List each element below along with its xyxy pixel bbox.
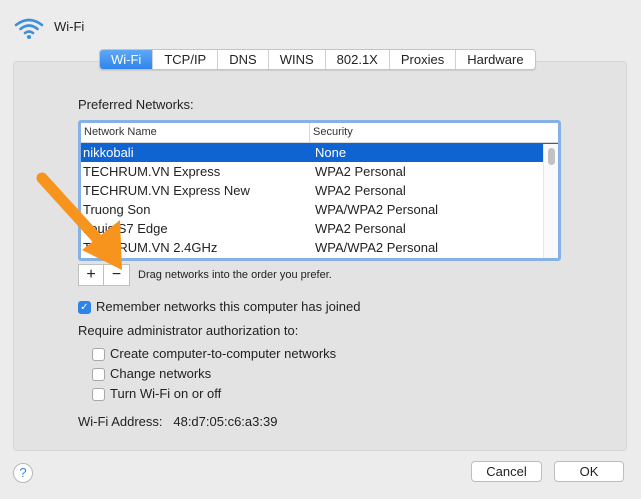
network-row[interactable]: TECHRUM.VN Express New WPA2 Personal xyxy=(81,181,558,200)
network-security: WPA2 Personal xyxy=(315,221,406,236)
wifi-address-label: Wi-Fi Address: xyxy=(78,414,163,429)
tab-bar: Wi-Fi TCP/IP DNS WINS 802.1X Proxies Har… xyxy=(99,49,536,70)
drag-hint: Drag networks into the order you prefer. xyxy=(138,269,332,281)
change-networks-checkbox[interactable]: Change networks xyxy=(92,366,212,382)
network-security: None xyxy=(315,145,347,160)
network-security: WPA/WPA2 Personal xyxy=(315,202,439,217)
network-security: WPA/WPA2 Personal xyxy=(315,240,439,255)
network-row[interactable]: TECHRUM.VN Express WPA2 Personal xyxy=(81,162,558,181)
ok-button[interactable]: OK xyxy=(554,461,624,482)
cancel-button[interactable]: Cancel xyxy=(471,461,542,482)
tab-proxies[interactable]: Proxies xyxy=(390,50,457,69)
list-header: Network Name Security xyxy=(81,123,558,143)
tab-wins[interactable]: WINS xyxy=(269,50,326,69)
scrollbar-thumb[interactable] xyxy=(548,148,555,165)
column-network-name[interactable]: Network Name xyxy=(81,123,310,142)
remember-networks-checkbox[interactable]: ✓ Remember networks this computer has joi… xyxy=(78,299,361,315)
network-name: nikkobali xyxy=(83,145,134,160)
column-security[interactable]: Security xyxy=(310,123,543,142)
network-row[interactable]: Louis S7 Edge WPA2 Personal xyxy=(81,219,558,238)
network-row[interactable]: Truong Son WPA/WPA2 Personal xyxy=(81,200,558,219)
tab-tcpip[interactable]: TCP/IP xyxy=(153,50,219,69)
network-row[interactable]: TECHRUM.VN 2.4GHz WPA/WPA2 Personal xyxy=(81,238,558,257)
preferred-networks-label: Preferred Networks: xyxy=(78,97,194,112)
wifi-address-value: 48:d7:05:c6:a3:39 xyxy=(173,414,278,429)
require-admin-label: Require administrator authorization to: xyxy=(78,323,299,338)
create-networks-checkbox[interactable]: Create computer-to-computer networks xyxy=(92,346,337,362)
network-security: WPA2 Personal xyxy=(315,183,406,198)
orange-arrow-annotation xyxy=(36,172,122,270)
network-row[interactable]: nikkobali None xyxy=(81,143,558,162)
help-button[interactable]: ? xyxy=(13,463,33,483)
turn-wifi-checkbox[interactable]: Turn Wi-Fi on or off xyxy=(92,386,222,402)
option-label: Create computer-to-computer networks xyxy=(110,346,337,361)
network-security: WPA2 Personal xyxy=(315,164,406,179)
tab-wifi[interactable]: Wi-Fi xyxy=(100,50,154,69)
remember-networks-label: Remember networks this computer has join… xyxy=(96,299,361,314)
wifi-icon xyxy=(14,18,44,39)
network-list[interactable]: Network Name Security nikkobali None TECHR… xyxy=(78,120,561,261)
tab-hardware[interactable]: Hardware xyxy=(456,50,534,69)
checkmark-icon: ✓ xyxy=(78,301,91,315)
option-label: Change networks xyxy=(110,366,212,381)
tab-dns[interactable]: DNS xyxy=(218,50,269,69)
scrollbar[interactable] xyxy=(543,144,558,258)
tab-8021x[interactable]: 802.1X xyxy=(326,50,390,69)
option-label: Turn Wi-Fi on or off xyxy=(110,386,222,401)
wifi-address: Wi-Fi Address: 48:d7:05:c6:a3:39 xyxy=(78,414,277,429)
window-title: Wi-Fi xyxy=(54,19,85,34)
